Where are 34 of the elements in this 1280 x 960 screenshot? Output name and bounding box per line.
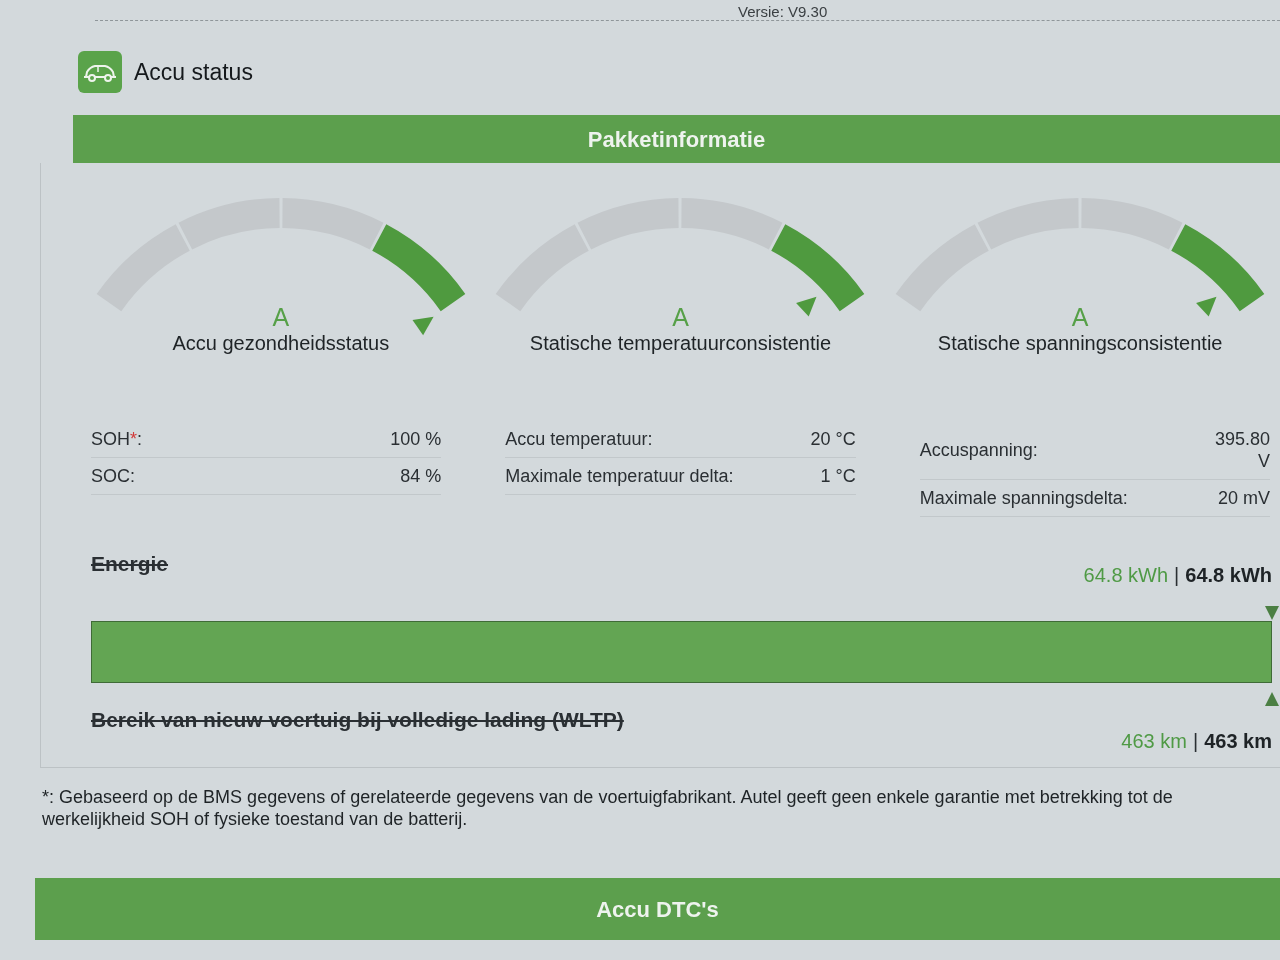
version-text: Versie: V9.30 <box>738 3 828 20</box>
stat-label: SOH*: <box>91 428 143 450</box>
stat-value: 20 °C <box>810 428 856 450</box>
marker-icon <box>1265 692 1279 706</box>
stat-value: 100 % <box>390 428 442 450</box>
gauge-grade: A <box>672 303 689 331</box>
stat-value: 1 °C <box>820 465 856 487</box>
gauge-label: Statische temperatuurconsistentie <box>529 331 832 355</box>
stat-label: Accuspanning: <box>919 439 1038 461</box>
value-separator: | <box>1192 729 1199 753</box>
value-separator: | <box>1174 563 1180 587</box>
stat-label: Accu temperatuur: <box>505 428 653 450</box>
marker-icon <box>1265 606 1279 620</box>
range-title: Bereik van nieuw voertuig bij volledige lading (WLTP) <box>91 707 624 733</box>
gauge-grade: A <box>1071 303 1089 331</box>
stat-value: 395.80 V <box>1213 428 1270 472</box>
gauge-grade: A <box>272 303 290 331</box>
stat-label: Maximale temperatuur delta: <box>505 465 734 487</box>
car-icon <box>78 51 122 93</box>
range-nominal-value: 463 km <box>1204 729 1272 753</box>
stat-label: SOC: <box>91 465 135 487</box>
section-title: Pakketinformatie <box>587 125 766 154</box>
range-current-value: 463 km <box>1121 729 1187 753</box>
stat-label: Maximale spanningsdelta: <box>919 487 1128 509</box>
energy-current-value: 64.8 kWh <box>1083 563 1169 587</box>
section-title: Accu DTC's <box>596 895 719 924</box>
stat-value: 84 % <box>400 465 442 487</box>
gauge-label: Accu gezondheidsstatus <box>172 331 390 355</box>
gauge-label: Statische spanningsconsistentie <box>937 331 1223 355</box>
stat-value: 20 mV <box>1217 487 1270 509</box>
footnote-text: *: Gebaseerd op de BMS gegevens of gerelateerde gegevens van de voertuigfabrikant. Autel geeft geen enkele garantie met betrekking tot de werkelijkheid SOH of fysieke toestand van de batterij. <box>41 786 1174 830</box>
energy-nominal-value: 64.8 kWh <box>1185 563 1272 587</box>
energy-title: Energie <box>91 551 169 577</box>
page-title: Accu status <box>134 58 253 86</box>
